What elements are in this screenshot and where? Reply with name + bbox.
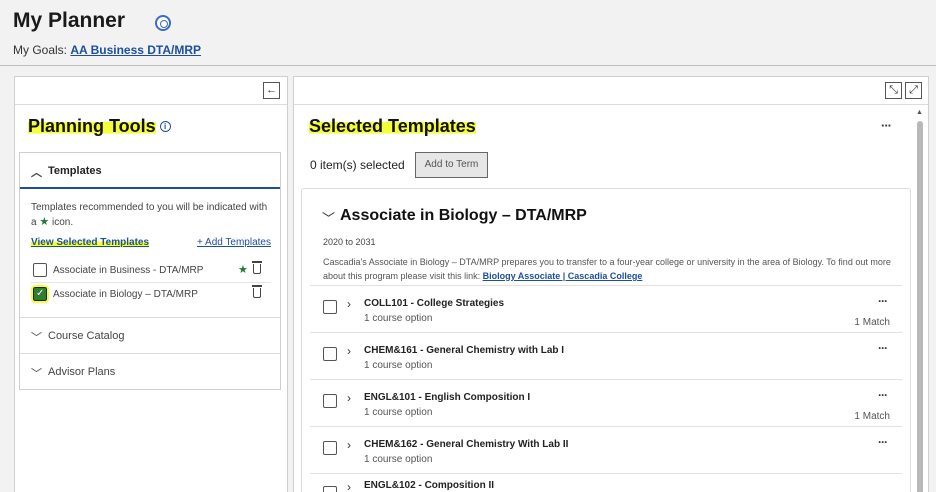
more-options-icon[interactable]: ···: [878, 388, 888, 402]
template-card: ﹀ Associate in Biology – DTA/MRP 2020 to…: [301, 188, 911, 492]
collapse-panel-button[interactable]: ←: [263, 82, 280, 99]
goals-line: My Goals: AA Business DTA/MRP: [13, 43, 201, 57]
template-name: Associate in Biology – DTA/MRP: [53, 289, 198, 300]
template-checkbox[interactable]: [31, 285, 49, 303]
course-options: 1 course option: [364, 313, 433, 324]
page-title: My Planner: [13, 9, 126, 32]
template-checkbox[interactable]: [33, 263, 47, 277]
minimize-panel-button[interactable]: ⤡: [885, 82, 902, 99]
course-code: ENGL&102 - Composition II: [364, 480, 495, 491]
selected-templates-heading: Selected Templates: [309, 116, 476, 136]
expand-panel-button[interactable]: ⤢: [905, 82, 922, 99]
template-description: Cascadia's Associate in Biology – DTA/MR…: [323, 257, 891, 281]
selected-count: 0 item(s) selected: [310, 158, 405, 172]
course-checkbox[interactable]: [323, 300, 337, 314]
course-code: CHEM&162 - General Chemistry With Lab II: [364, 439, 569, 450]
panel-toolbar: ⤡ ⤢: [294, 77, 928, 105]
course-code: COLL101 - College Strategies: [364, 298, 505, 309]
course-row[interactable]: › CHEM&161 - General Chemistry with Lab …: [310, 332, 902, 379]
advisor-plans-section-header[interactable]: ﹀ Advisor Plans: [20, 353, 280, 389]
chevron-right-icon[interactable]: ›: [347, 438, 351, 452]
selected-templates-panel: ⤡ ⤢ Selected Templates ··· 0 item(s) sel…: [293, 76, 929, 492]
goals-link[interactable]: AA Business DTA/MRP: [70, 43, 201, 57]
more-options-icon[interactable]: ···: [878, 435, 888, 449]
more-options-icon[interactable]: ···: [878, 341, 888, 355]
chevron-right-icon[interactable]: ›: [347, 297, 351, 311]
chevron-down-icon: ﹀: [31, 332, 42, 344]
template-title: Associate in Biology – DTA/MRP: [340, 207, 587, 224]
planning-tools-panel: ← Planning Tools i ︿ Templates Templates …: [14, 76, 288, 492]
trash-icon[interactable]: [252, 285, 262, 298]
chevron-down-icon[interactable]: ﹀: [322, 208, 335, 227]
course-options: 1 course option: [364, 407, 433, 418]
template-item: Associate in Biology – DTA/MRP: [31, 283, 271, 307]
templates-hint: Templates recommended to you will be ind…: [31, 202, 268, 228]
match-count[interactable]: 1 Match: [854, 411, 890, 422]
expand-icon: ⤢: [909, 84, 918, 96]
star-icon: ★: [39, 216, 50, 228]
template-years: 2020 to 2031: [323, 237, 376, 247]
planning-tools-accordion: ︿ Templates Templates recommended to you…: [19, 152, 281, 390]
course-code: CHEM&161 - General Chemistry with Lab I: [364, 345, 565, 356]
planning-tools-heading: Planning Tools i: [28, 116, 171, 137]
templates-section-body: Templates recommended to you will be ind…: [20, 189, 280, 317]
course-options: 1 course option: [364, 360, 433, 371]
view-selected-templates-link[interactable]: View Selected Templates: [31, 237, 150, 248]
program-link[interactable]: Biology Associate | Cascadia College: [483, 271, 643, 281]
chevron-down-icon: ﹀: [31, 368, 42, 380]
arrow-left-icon: ←: [266, 84, 277, 96]
chevron-right-icon[interactable]: ›: [347, 391, 351, 405]
header-divider: [0, 65, 936, 66]
course-checkbox[interactable]: [323, 394, 337, 408]
template-item: Associate in Business - DTA/MRP ★: [31, 259, 271, 283]
more-options-icon[interactable]: ···: [881, 118, 892, 133]
planner-settings-icon[interactable]: [155, 15, 171, 31]
course-checkbox[interactable]: [323, 441, 337, 455]
template-links: View Selected Templates + Add Templates: [31, 237, 271, 251]
template-name: Associate in Business - DTA/MRP: [53, 265, 204, 276]
course-row[interactable]: › CHEM&162 - General Chemistry With Lab …: [310, 426, 902, 473]
scrollbar[interactable]: ▲: [916, 105, 924, 492]
chevron-right-icon[interactable]: ›: [347, 344, 351, 358]
course-code: ENGL&101 - English Composition I: [364, 392, 531, 403]
chevron-up-icon: ︿: [31, 167, 42, 179]
course-options: 1 course option: [364, 454, 433, 465]
add-to-term-button[interactable]: Add to Term: [415, 152, 488, 178]
minimize-icon: ⤡: [889, 84, 898, 96]
goals-label: My Goals:: [13, 43, 68, 57]
course-row[interactable]: › ENGL&102 - Composition II: [310, 473, 902, 492]
course-row[interactable]: › ENGL&101 - English Composition I 1 cou…: [310, 379, 902, 426]
course-catalog-section-header[interactable]: ﹀ Course Catalog: [20, 317, 280, 353]
panel-toolbar: ←: [15, 77, 287, 105]
trash-icon[interactable]: [252, 261, 262, 274]
chevron-right-icon[interactable]: ›: [347, 480, 351, 492]
course-checkbox[interactable]: [323, 347, 337, 361]
scrollbar-thumb[interactable]: [917, 121, 923, 492]
course-checkbox[interactable]: [323, 486, 337, 492]
templates-section-header[interactable]: ︿ Templates: [20, 153, 280, 189]
scroll-up-icon[interactable]: ▲: [916, 109, 923, 116]
add-templates-link[interactable]: + Add Templates: [197, 237, 271, 248]
more-options-icon[interactable]: ···: [878, 294, 888, 308]
match-count[interactable]: 1 Match: [854, 317, 890, 328]
info-icon[interactable]: i: [159, 121, 171, 132]
star-icon: ★: [238, 264, 248, 276]
course-row[interactable]: › COLL101 - College Strategies 1 course …: [310, 285, 902, 332]
